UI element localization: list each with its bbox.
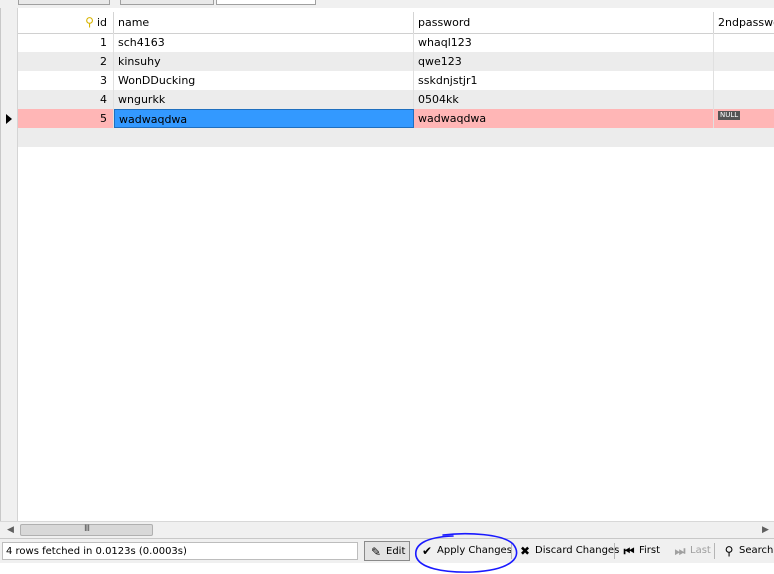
first-record-icon: ⏮ bbox=[623, 544, 635, 558]
status-message: 4 rows fetched in 0.0123s (0.0003s) bbox=[2, 542, 358, 560]
column-header-2ndpassword[interactable]: 2ndpassword bbox=[714, 12, 774, 33]
cell-password[interactable]: whaql123 bbox=[414, 33, 714, 52]
discard-changes-button[interactable]: ✖ Discard Changes bbox=[514, 541, 623, 561]
tab-edge[interactable] bbox=[120, 0, 214, 5]
column-header-password[interactable]: password bbox=[414, 12, 714, 33]
column-header-name[interactable]: name bbox=[114, 12, 414, 33]
cell-password[interactable]: sskdnjstjr1 bbox=[414, 71, 714, 90]
toolbar-divider bbox=[511, 543, 512, 559]
last-button[interactable]: ⏭ Last bbox=[669, 541, 715, 561]
cell-id[interactable]: 5 bbox=[18, 109, 114, 128]
cell-name[interactable]: WonDDucking bbox=[114, 71, 414, 90]
row-gutter bbox=[1, 8, 18, 521]
cell-id[interactable]: 2 bbox=[18, 52, 114, 71]
cell-2ndpassword[interactable] bbox=[714, 71, 774, 90]
tab-edge[interactable] bbox=[18, 0, 110, 5]
null-badge: NULL bbox=[718, 111, 741, 120]
cell-id[interactable]: 4 bbox=[18, 90, 114, 109]
table-row-selected[interactable]: 5 wadwaqdwa wadwaqdwa NULL bbox=[18, 109, 774, 128]
table-row[interactable]: 1 sch4163 whaql123 bbox=[18, 33, 774, 52]
new-row-placeholder[interactable] bbox=[18, 128, 774, 147]
toolbar-divider bbox=[614, 543, 615, 559]
edit-button[interactable]: ✎ Edit bbox=[364, 541, 411, 561]
tab-edge-active[interactable] bbox=[216, 0, 316, 5]
apply-changes-button[interactable]: ✔ Apply Changes bbox=[416, 541, 516, 561]
pencil-icon: ✎ bbox=[370, 545, 382, 559]
cell-password[interactable]: qwe123 bbox=[414, 52, 714, 71]
cell-2ndpassword[interactable] bbox=[714, 52, 774, 71]
cell-password[interactable]: 0504kk bbox=[414, 90, 714, 109]
table-row[interactable]: 4 wngurkk 0504kk bbox=[18, 90, 774, 109]
column-header-id[interactable]: ⚲ id bbox=[18, 12, 114, 33]
scroll-right-icon[interactable]: ▶ bbox=[757, 522, 774, 538]
cell-2ndpassword[interactable] bbox=[714, 33, 774, 52]
search-icon: ⚲ bbox=[724, 544, 734, 558]
cell-id[interactable]: 3 bbox=[18, 71, 114, 90]
cell-2ndpassword[interactable] bbox=[714, 90, 774, 109]
cell-name[interactable]: kinsuhy bbox=[114, 52, 414, 71]
first-button[interactable]: ⏮ First bbox=[618, 541, 664, 561]
last-record-icon: ⏭ bbox=[674, 544, 686, 558]
column-header-row: ⚲id name password 2ndpassword bbox=[18, 12, 774, 34]
cell-name[interactable]: wngurkk bbox=[114, 90, 414, 109]
cell-name-editing[interactable]: wadwaqdwa bbox=[114, 109, 414, 128]
scroll-left-icon[interactable]: ◀ bbox=[2, 522, 19, 538]
cell-2ndpassword[interactable]: NULL bbox=[714, 109, 774, 128]
table-row[interactable]: 3 WonDDucking sskdnjstjr1 bbox=[18, 71, 774, 90]
primary-key-icon: ⚲ bbox=[85, 15, 94, 29]
bottom-toolbar: 4 rows fetched in 0.0123s (0.0003s) ✎ Edi… bbox=[0, 538, 774, 563]
current-row-arrow-icon bbox=[6, 114, 12, 124]
cell-id[interactable]: 1 bbox=[18, 33, 114, 52]
toolbar-divider bbox=[714, 543, 715, 559]
table-row[interactable]: 2 kinsuhy qwe123 bbox=[18, 52, 774, 71]
scroll-thumb[interactable]: III bbox=[20, 524, 153, 536]
horizontal-scrollbar[interactable]: ◀ III ▶ bbox=[0, 521, 774, 538]
checkmark-icon: ✔ bbox=[421, 544, 433, 558]
close-icon: ✖ bbox=[519, 544, 531, 558]
result-grid[interactable]: ⚲id name password 2ndpassword 1 sch4163 … bbox=[0, 8, 774, 521]
cell-name[interactable]: sch4163 bbox=[114, 33, 414, 52]
search-button[interactable]: ⚲ Search bbox=[718, 541, 774, 561]
cell-password[interactable]: wadwaqdwa bbox=[414, 109, 714, 128]
